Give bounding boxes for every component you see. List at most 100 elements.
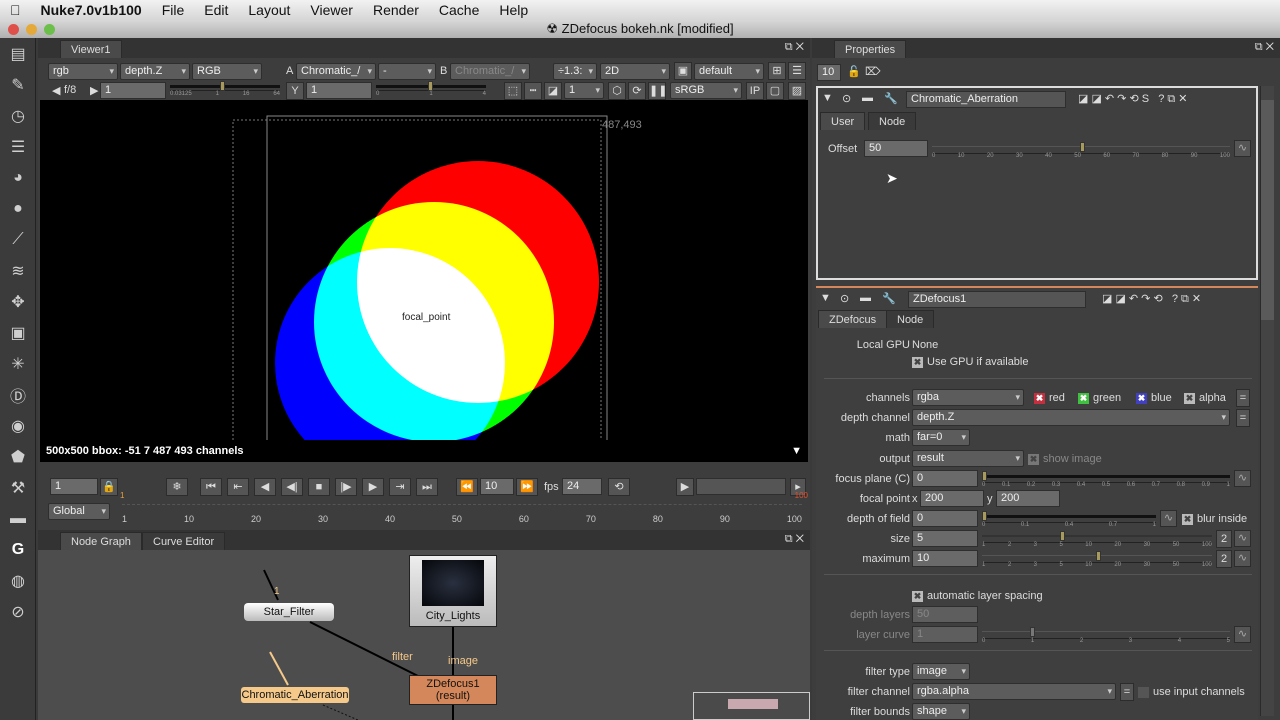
maximum-slider[interactable]: 1 2 3 5 10 20 30 50 100 bbox=[982, 551, 1212, 568]
lut-dropdown[interactable]: default bbox=[694, 63, 764, 80]
node-chromatic-aberration[interactable]: Chromatic_Aberration bbox=[241, 687, 349, 703]
node-zdefocus1[interactable]: ZDefocus1 (result) bbox=[409, 675, 497, 705]
composite-op-dropdown[interactable]: - bbox=[378, 63, 436, 80]
tab-node[interactable]: Node bbox=[886, 310, 935, 328]
gizmo-tool-icon[interactable]: G bbox=[0, 534, 36, 565]
animation-curve-icon[interactable]: ∿ bbox=[1234, 470, 1251, 487]
channel-tool-icon[interactable]: ☰ bbox=[0, 131, 36, 162]
transform-tool-icon[interactable]: ✥ bbox=[0, 286, 36, 317]
use-input-channels-checkbox[interactable]: use input channels bbox=[1138, 686, 1245, 698]
color-tool-icon[interactable]: ◕ bbox=[0, 162, 36, 193]
tab-zdefocus[interactable]: ZDefocus bbox=[818, 310, 888, 328]
camera-icon[interactable]: ▣ bbox=[674, 62, 692, 80]
menu-render[interactable]: Render bbox=[363, 2, 429, 18]
viewer-canvas[interactable]: 487,493 focal_point bbox=[40, 100, 808, 440]
merge-tool-icon[interactable]: ≋ bbox=[0, 255, 36, 286]
node-star-filter[interactable]: Star_Filter bbox=[244, 603, 334, 621]
input-process-button[interactable]: IP bbox=[746, 82, 764, 100]
depth-of-field-field[interactable]: 0 bbox=[912, 510, 978, 527]
close-window-button[interactable] bbox=[8, 24, 19, 35]
particles-tool-icon[interactable]: ✳ bbox=[0, 348, 36, 379]
depth-extra-button[interactable]: = bbox=[1236, 409, 1250, 427]
zoom-region-icon[interactable]: ⬚ bbox=[504, 82, 522, 100]
size-split-button[interactable]: 2 bbox=[1216, 530, 1232, 548]
freeze-icon[interactable]: ❄ bbox=[166, 478, 188, 496]
filter-channel-dropdown[interactable]: rgba.alpha bbox=[912, 683, 1116, 700]
channels-dropdown[interactable]: rgba bbox=[912, 389, 1024, 406]
gamma-label[interactable]: Y bbox=[286, 82, 304, 100]
properties-scrollbar[interactable] bbox=[1260, 86, 1274, 716]
clear-panels-icon[interactable]: ⌦ bbox=[865, 65, 881, 78]
checkbox-checked-icon[interactable]: ✖ bbox=[912, 356, 923, 368]
depth-of-field-slider[interactable]: 0 0.1 0.4 0.7 1 bbox=[982, 511, 1156, 528]
collapse-icon[interactable]: ▼ bbox=[820, 292, 831, 304]
node-city-lights[interactable]: City_Lights bbox=[409, 555, 497, 627]
fstop-next-icon[interactable]: ▶ bbox=[90, 84, 98, 97]
green-checkbox[interactable]: ✖ green bbox=[1078, 392, 1121, 404]
fps-field[interactable]: 24 bbox=[562, 478, 602, 495]
node-graph-pane[interactable]: Node Graph Curve Editor ⧉ ✕ 1 Star_Filte… bbox=[38, 530, 810, 720]
scrollbar-thumb[interactable] bbox=[1261, 100, 1274, 320]
gamma-slider[interactable]: 0 1 4 bbox=[376, 81, 486, 97]
a-input-dropdown[interactable]: Chromatic_/ bbox=[296, 63, 376, 80]
viewer-toggle-icon[interactable]: ⊙ bbox=[840, 292, 849, 305]
alpha-checkbox[interactable]: ✖ alpha bbox=[1184, 392, 1226, 404]
layer-curve-slider[interactable]: 0 1 2 3 4 5 bbox=[982, 627, 1230, 644]
flipbook-field[interactable] bbox=[696, 478, 786, 495]
node-color-icon[interactable]: ▬ bbox=[860, 292, 871, 304]
globe-tool-icon[interactable]: ◍ bbox=[0, 565, 36, 596]
other-tool-icon[interactable]: ⚒ bbox=[0, 472, 36, 503]
next-frame-icon[interactable]: ▶ bbox=[362, 478, 384, 496]
time-tool-icon[interactable]: ◷ bbox=[0, 100, 36, 131]
flipbook-icon[interactable]: ▶ bbox=[676, 478, 694, 496]
node-name-field[interactable]: ZDefocus1 bbox=[908, 291, 1086, 308]
size-field[interactable]: 5 bbox=[912, 530, 978, 547]
menu-cache[interactable]: Cache bbox=[429, 2, 489, 18]
menu-edit[interactable]: Edit bbox=[194, 2, 238, 18]
metadata-tool-icon[interactable]: ⬟ bbox=[0, 441, 36, 472]
views-tool-icon[interactable]: ◉ bbox=[0, 410, 36, 441]
animation-curve-icon[interactable]: ∿ bbox=[1160, 510, 1177, 527]
math-dropdown[interactable]: far=0 bbox=[912, 429, 970, 446]
tab-user[interactable]: User bbox=[820, 112, 866, 130]
prev-frame-icon[interactable]: ◀ bbox=[254, 478, 276, 496]
play-forward-icon[interactable]: |▶ bbox=[335, 478, 357, 496]
maximum-split-button[interactable]: 2 bbox=[1216, 550, 1232, 568]
proxy-dropdown[interactable]: 1 bbox=[564, 82, 604, 99]
gamma-field[interactable]: 1 bbox=[306, 82, 372, 99]
animation-curve-icon[interactable]: ∿ bbox=[1234, 626, 1251, 643]
view-mode-dropdown[interactable]: 2D bbox=[600, 63, 670, 80]
blur-inside-checkbox[interactable]: ✖ blur inside bbox=[1182, 513, 1247, 525]
node-color-icon[interactable]: ▬ bbox=[862, 92, 873, 104]
filter-type-dropdown[interactable]: image bbox=[912, 663, 970, 680]
zoom-window-button[interactable] bbox=[44, 24, 55, 35]
output-dropdown[interactable]: result bbox=[912, 450, 1024, 467]
apple-menu-icon[interactable]:  bbox=[0, 2, 31, 18]
refresh-icon[interactable]: ⟳ bbox=[628, 82, 646, 100]
collapse-icon[interactable]: ▼ bbox=[822, 92, 833, 104]
channels-extra-button[interactable]: = bbox=[1236, 389, 1250, 407]
roi-icon[interactable]: ⊞ bbox=[768, 62, 786, 80]
alpha-channel-dropdown[interactable]: depth.Z bbox=[120, 63, 190, 80]
panel-header-buttons[interactable]: ◪ ◪ ↶ ↷ ⟲ S ? ⧉ ✕ bbox=[1078, 92, 1188, 106]
minimize-window-button[interactable] bbox=[26, 24, 37, 35]
info-menu-icon[interactable]: ▼ bbox=[791, 445, 802, 457]
wipe-icon[interactable]: ◪ bbox=[544, 82, 562, 100]
menu-help[interactable]: Help bbox=[489, 2, 538, 18]
filter-tool-icon[interactable]: ● bbox=[0, 193, 36, 224]
stop-icon[interactable]: ■ bbox=[308, 478, 330, 496]
viewer-toggle-icon[interactable]: ⊙ bbox=[842, 92, 851, 105]
lock-panels-icon[interactable]: 🔓 bbox=[847, 65, 861, 78]
timeline-ruler[interactable]: 1 100 1 10 20 30 40 50 60 70 80 90 100 bbox=[120, 491, 808, 526]
blue-checkbox[interactable]: ✖ blue bbox=[1136, 392, 1172, 404]
layer-curve-field[interactable]: 1 bbox=[912, 626, 978, 643]
depth-channel-dropdown[interactable]: depth.Z bbox=[912, 409, 1230, 426]
skip-forward-icon[interactable]: ⏩ bbox=[516, 478, 538, 496]
display-channel-dropdown[interactable]: RGB bbox=[192, 63, 262, 80]
channels-dropdown[interactable]: rgb bbox=[48, 63, 118, 80]
focal-y-field[interactable]: 200 bbox=[996, 490, 1060, 507]
offset-slider[interactable]: 0 10 20 30 40 50 60 70 80 90 100 bbox=[932, 142, 1230, 159]
image-tool-icon[interactable]: ▤ bbox=[0, 38, 36, 69]
in-marker[interactable]: 1 bbox=[120, 491, 124, 500]
next-keyframe-icon[interactable]: ⇥ bbox=[389, 478, 411, 496]
